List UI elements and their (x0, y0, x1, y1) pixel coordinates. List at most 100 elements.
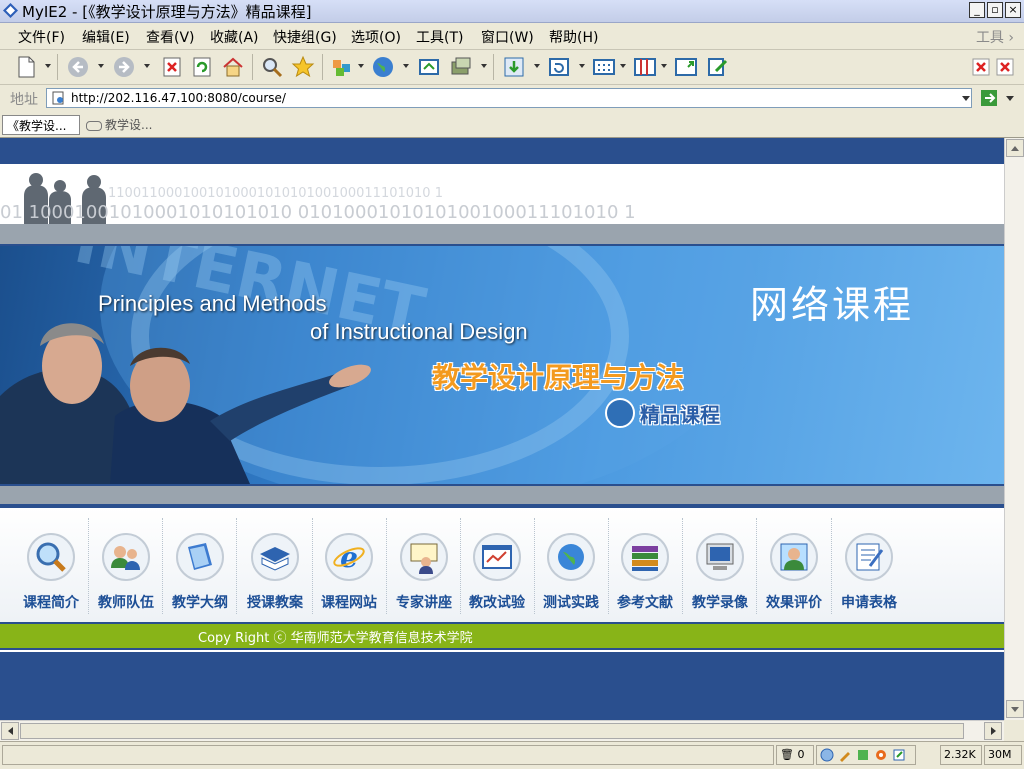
settings-gear-icon[interactable] (874, 748, 888, 762)
favorites-star-icon[interactable] (291, 55, 315, 79)
user-rating-icon (770, 533, 818, 581)
status-message (2, 745, 774, 765)
menu-help[interactable]: 帮助(H) (549, 27, 598, 47)
nav-label: 参考文献 (617, 595, 673, 611)
nav-course-website[interactable]: e 课程网站 (312, 508, 386, 620)
nav-reform-experiments[interactable]: 教改试验 (460, 508, 534, 620)
minimize-button[interactable]: _ (969, 2, 985, 18)
globe-icon (547, 533, 595, 581)
groups-dropdown-icon[interactable] (358, 64, 364, 68)
seal-icon (605, 398, 635, 428)
go-arrow-icon[interactable] (980, 89, 998, 107)
download-status-icon[interactable] (856, 748, 870, 762)
nav-label: 课程网站 (321, 595, 377, 611)
nav-label: 测试实践 (543, 595, 599, 611)
tile-dropdown-icon[interactable] (620, 64, 626, 68)
menu-groups[interactable]: 快捷组(G) (273, 27, 337, 47)
trash-field[interactable]: 🗑 0 (776, 745, 814, 765)
restore-button[interactable]: ▫ (987, 2, 1003, 18)
scroll-corner (1004, 720, 1024, 740)
download-icon[interactable] (502, 55, 526, 79)
tab-active[interactable]: 《教学设... (2, 115, 80, 135)
nav-course-intro[interactable]: 课程简介 (14, 508, 88, 620)
nav-label: 教改试验 (469, 595, 525, 611)
nav-teachers[interactable]: 教师队伍 (89, 508, 163, 620)
edit-page-icon[interactable] (706, 55, 730, 79)
home-icon[interactable] (221, 55, 245, 79)
edit-status-icon[interactable] (892, 748, 906, 762)
footer-area (0, 650, 1004, 720)
forward-dropdown-icon[interactable] (144, 64, 150, 68)
scroll-left-button[interactable] (1, 722, 19, 740)
nav-syllabus[interactable]: 教学大纲 (163, 508, 237, 620)
columns-icon[interactable] (633, 55, 657, 79)
groups-icon[interactable] (330, 55, 354, 79)
tab-page-icon (86, 120, 102, 131)
menu-favorites[interactable]: 收藏(A) (210, 27, 259, 47)
address-dropdown-icon[interactable] (958, 89, 974, 107)
menu-file[interactable]: 文件(F) (18, 27, 65, 47)
forward-icon[interactable] (112, 55, 136, 79)
back-dropdown-icon[interactable] (98, 64, 104, 68)
undo-dropdown-icon[interactable] (579, 64, 585, 68)
copyright-bar: Copy Right ⓒ 华南师范大学教育信息技术学院 (0, 624, 1004, 648)
tab-label: 《教学设... (7, 119, 67, 133)
nav-lesson-plans[interactable]: 授课教案 (238, 508, 312, 620)
magnifier-icon (27, 533, 75, 581)
vertical-scrollbar[interactable] (1004, 138, 1024, 720)
nav-teaching-videos[interactable]: 教学录像 (683, 508, 757, 620)
nav-evaluation[interactable]: 效果评价 (757, 508, 831, 620)
menu-view[interactable]: 查看(V) (146, 27, 195, 47)
horizontal-scrollbar[interactable] (0, 720, 1004, 741)
horizontal-scroll-thumb[interactable] (20, 723, 964, 739)
menu-tools[interactable]: 工具(T) (416, 27, 463, 47)
trash-icon: 🗑 (780, 748, 794, 761)
cleaner-icon[interactable] (838, 748, 852, 762)
team-icon (102, 533, 150, 581)
page-icon (52, 91, 64, 105)
menu-options[interactable]: 选项(O) (351, 27, 401, 47)
divider-bar (0, 224, 1004, 244)
nav-references[interactable]: 参考文献 (608, 508, 682, 620)
chart-window-icon (473, 533, 521, 581)
plugin-icon[interactable] (449, 55, 473, 79)
scroll-down-button[interactable] (1006, 700, 1024, 718)
nav-application-forms[interactable]: 申请表格 (832, 508, 906, 620)
books-stack-icon (621, 533, 669, 581)
menu-window[interactable]: 窗口(W) (481, 27, 534, 47)
popup-block-icon[interactable] (820, 748, 834, 762)
refresh-icon[interactable] (190, 55, 214, 79)
nav-label: 效果评价 (766, 595, 822, 611)
nav-label: 课程简介 (23, 595, 79, 611)
fullscreen-icon[interactable] (674, 55, 698, 79)
nav-test-practice[interactable]: 测试实践 (534, 508, 608, 620)
new-dropdown-icon[interactable] (45, 64, 51, 68)
back-icon[interactable] (66, 55, 90, 79)
address-label: 地址 (10, 92, 38, 108)
new-page-icon[interactable] (14, 55, 38, 79)
close-all-tabs-icon[interactable] (996, 58, 1014, 76)
scroll-right-button[interactable] (984, 722, 1002, 740)
course-navigation: 课程简介 教师队伍 教学大纲 授课教案 e 课程网站 专家讲座 教改试验 测试实… (0, 508, 1004, 622)
stop-icon[interactable] (160, 55, 184, 79)
tab-strip: 《教学设... 教学设... (0, 113, 1024, 138)
tab-inactive[interactable]: 教学设... (84, 115, 164, 135)
scroll-up-button[interactable] (1006, 139, 1024, 157)
close-button[interactable]: × (1005, 2, 1021, 18)
internet-globe-icon[interactable] (371, 55, 395, 79)
address-input[interactable]: http://202.116.47.100:8080/course/ (46, 88, 972, 108)
go-dropdown-icon[interactable] (1002, 89, 1018, 107)
search-icon[interactable] (260, 55, 284, 79)
internet-dropdown-icon[interactable] (403, 64, 409, 68)
plugin-dropdown-icon[interactable] (481, 64, 487, 68)
columns-dropdown-icon[interactable] (661, 64, 667, 68)
toolbar-separator (493, 54, 494, 80)
tile-windows-icon[interactable] (592, 55, 616, 79)
nav-expert-lectures[interactable]: 专家讲座 (387, 508, 461, 620)
window-arrange-icon[interactable] (417, 55, 441, 79)
close-tab-icon[interactable] (972, 58, 990, 76)
download-dropdown-icon[interactable] (534, 64, 540, 68)
undo-close-icon[interactable] (547, 55, 571, 79)
menu-edit[interactable]: 编辑(E) (82, 27, 130, 47)
tools-chevron[interactable]: 工具 › (976, 27, 1014, 47)
